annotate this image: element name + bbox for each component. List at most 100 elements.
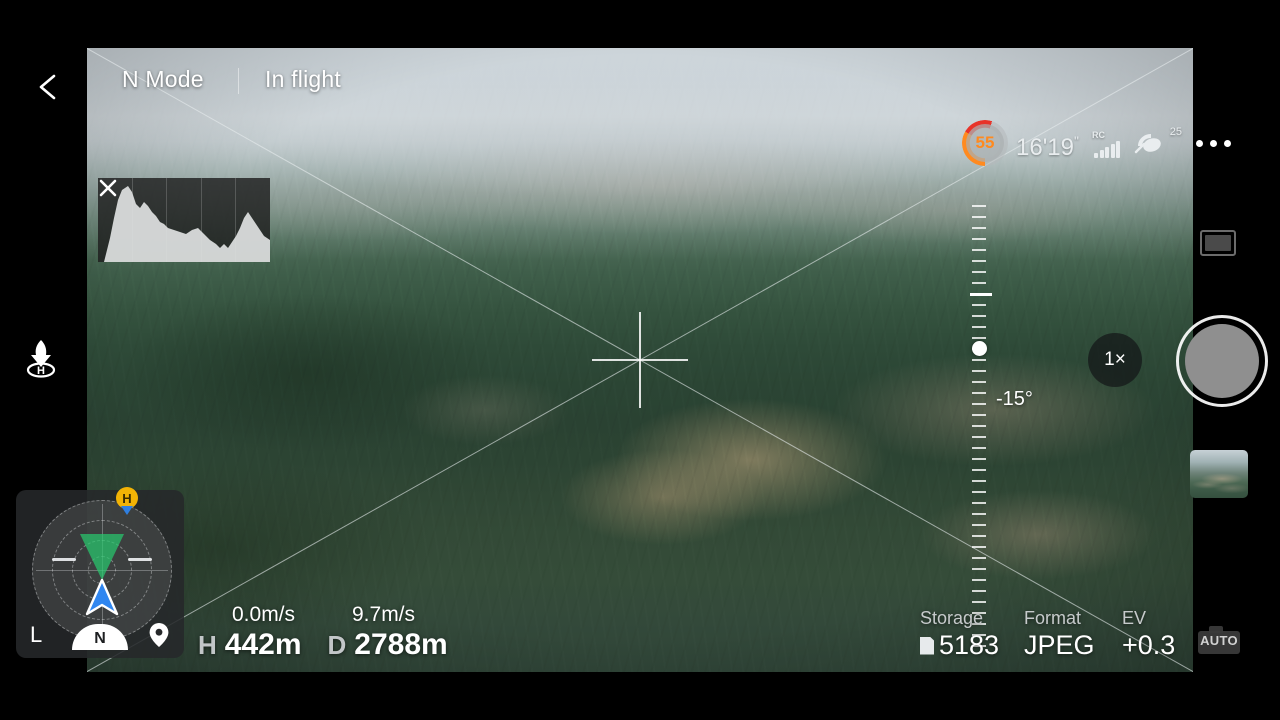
radar-dial xyxy=(32,500,172,640)
gimbal-tick xyxy=(972,392,986,394)
flight-time-unit: " xyxy=(1073,133,1079,149)
gimbal-slider-knob[interactable] xyxy=(972,341,987,356)
distance-value: 2788m xyxy=(354,628,448,661)
gimbal-tick xyxy=(972,469,986,471)
return-to-home-icon: H xyxy=(26,340,56,378)
compass-heading-label: N xyxy=(94,630,106,647)
return-to-home-button[interactable]: H xyxy=(18,336,64,382)
gimbal-pitch-value: -15° xyxy=(996,388,1033,410)
gimbal-tick xyxy=(972,304,986,306)
battery-indicator[interactable]: 55 xyxy=(962,120,1008,166)
camera-info-values: 5183 JPEG +0.3 xyxy=(920,630,1175,661)
gimbal-tick xyxy=(972,249,986,251)
histogram-curve xyxy=(98,186,270,262)
camera-fov-cone xyxy=(80,534,124,580)
distance-group: D 2788m xyxy=(328,628,448,662)
histogram-widget[interactable] xyxy=(98,178,270,262)
gimbal-tick xyxy=(972,216,986,218)
camera-auto-icon[interactable]: AUTO xyxy=(1198,626,1240,654)
gimbal-tick xyxy=(972,359,986,361)
format-value[interactable]: JPEG xyxy=(1024,630,1102,661)
compass-heading-indicator: N xyxy=(72,624,128,650)
telemetry-panel: 0.0m/s 9.7m/s H 442m D 2788m xyxy=(198,603,448,662)
shutter-button[interactable] xyxy=(1176,315,1268,407)
gimbal-tick xyxy=(972,502,986,504)
height-group: H 442m xyxy=(198,628,302,662)
storage-label: Storage xyxy=(920,608,984,628)
satellite-icon xyxy=(1134,134,1161,154)
gimbal-tick xyxy=(972,524,986,526)
gimbal-tick xyxy=(972,568,986,570)
top-status-bar: N Mode In flight 55 16'19" RC 25 xyxy=(0,58,1280,166)
ev-label: EV xyxy=(1122,608,1147,628)
height-value: 442m xyxy=(224,628,302,661)
flight-time-value: 16'19 xyxy=(1016,134,1074,161)
satellite-count: 25 xyxy=(1169,126,1182,138)
gimbal-tick xyxy=(972,557,986,559)
topbar-divider xyxy=(238,68,239,94)
home-marker-arrow xyxy=(121,506,133,515)
thumbnail-texture xyxy=(1190,450,1248,498)
storage-value: 5183 xyxy=(939,630,1000,660)
gps-indicator[interactable]: 25 xyxy=(1134,126,1182,158)
rc-signal-indicator[interactable]: RC xyxy=(1092,130,1124,158)
gimbal-tick xyxy=(970,293,992,296)
radar-tick-left xyxy=(52,558,76,561)
gimbal-tick xyxy=(972,282,986,284)
svg-text:H: H xyxy=(37,365,45,377)
gimbal-tick xyxy=(972,370,986,372)
gimbal-tick xyxy=(972,480,986,482)
distance-key: D xyxy=(327,630,347,660)
telemetry-speeds: 0.0m/s 9.7m/s xyxy=(198,603,448,627)
chevron-left-icon xyxy=(39,74,56,100)
drone-camera-view: N Mode In flight 55 16'19" RC 25 H -15° … xyxy=(0,0,1280,720)
rc-signal-icon xyxy=(1094,141,1120,158)
gimbal-tick xyxy=(972,425,986,427)
gimbal-tick xyxy=(972,337,986,339)
gimbal-tick xyxy=(972,381,986,383)
photo-video-mode-icon[interactable] xyxy=(1200,230,1236,256)
gimbal-tick xyxy=(972,535,986,537)
gimbal-tick xyxy=(972,414,986,416)
flight-status-label: In flight xyxy=(265,66,341,92)
gimbal-tick xyxy=(972,260,986,262)
aircraft-arrow-icon xyxy=(85,578,119,616)
media-thumbnail[interactable] xyxy=(1190,450,1248,498)
gimbal-tick xyxy=(972,403,986,405)
gimbal-tick xyxy=(972,491,986,493)
rc-label: RC xyxy=(1092,130,1105,140)
gimbal-tick xyxy=(972,271,986,273)
gimbal-tick xyxy=(972,590,986,592)
horizontal-speed-value: 9.7m/s xyxy=(352,603,416,626)
home-point-marker: H xyxy=(116,487,138,515)
radar-compass-widget[interactable]: H L N xyxy=(16,487,184,658)
battery-percent: 55 xyxy=(975,133,995,152)
gimbal-tick xyxy=(972,579,986,581)
back-button[interactable] xyxy=(28,58,72,114)
more-options-icon[interactable] xyxy=(1196,140,1231,147)
map-pin-icon[interactable] xyxy=(148,622,170,648)
format-label: Format xyxy=(1024,608,1082,628)
gimbal-tick xyxy=(972,326,986,328)
mode-toggle-inner xyxy=(1205,235,1231,251)
height-key: H xyxy=(198,630,217,660)
shutter-inner xyxy=(1185,324,1259,398)
gimbal-tick xyxy=(972,315,986,317)
gimbal-tick xyxy=(972,601,986,603)
gimbal-pitch-slider[interactable]: -15° xyxy=(962,205,1033,647)
vertical-speed-value: 0.0m/s xyxy=(232,603,296,626)
gimbal-tick xyxy=(972,227,986,229)
camera-info-panel: Storage Format EV 5183 JPEG +0.3 xyxy=(920,608,1175,661)
auto-badge-label: AUTO xyxy=(1200,633,1238,648)
close-icon[interactable] xyxy=(98,178,118,198)
radar-tick-right xyxy=(128,558,152,561)
camera-info-labels: Storage Format EV xyxy=(920,608,1175,629)
flight-mode-label: N Mode xyxy=(122,66,204,92)
zoom-level-badge[interactable]: 1× xyxy=(1088,333,1142,387)
ev-value[interactable]: +0.3 xyxy=(1122,630,1175,661)
storage-value-group[interactable]: 5183 xyxy=(920,630,1004,661)
gimbal-tick xyxy=(972,238,986,240)
gimbal-tick xyxy=(972,205,986,207)
gimbal-tick xyxy=(972,447,986,449)
radar-left-label: L xyxy=(30,622,43,647)
